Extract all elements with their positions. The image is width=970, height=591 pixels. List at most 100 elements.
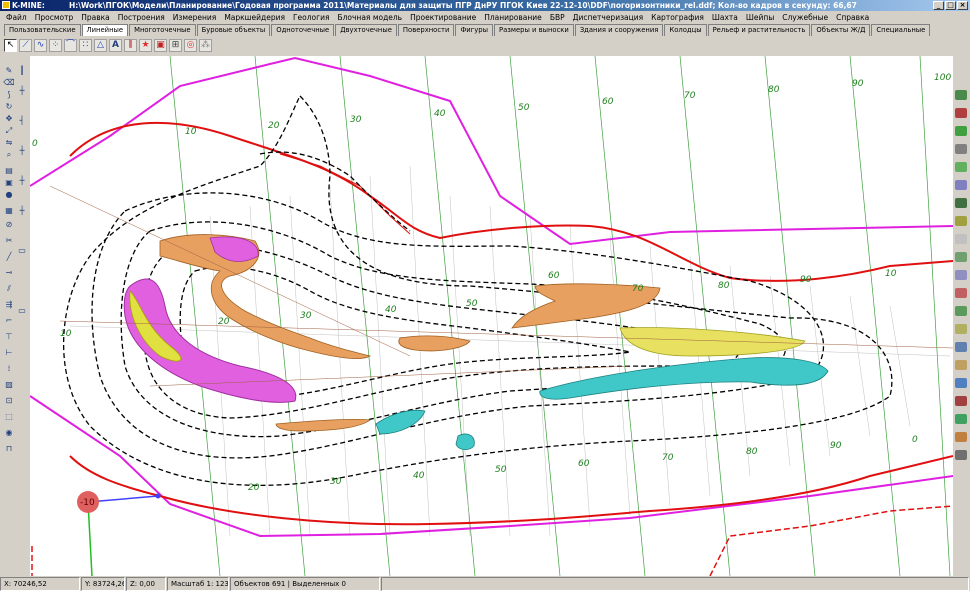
tab-wells[interactable]: Колодцы [664, 24, 707, 36]
water-icon[interactable] [955, 180, 967, 190]
zoom-icon[interactable]: ⌕ [3, 150, 15, 160]
tab-surfaces[interactable]: Поверхности [397, 24, 455, 36]
tab-single-point[interactable]: Одноточечные [271, 24, 335, 36]
eraser-icon[interactable]: ⌫ [3, 78, 15, 88]
dump-icon[interactable] [955, 432, 967, 442]
tab-linear[interactable]: Линейные [81, 24, 129, 36]
triangle-icon[interactable]: △ [94, 38, 107, 52]
tab-figures[interactable]: Фигуры [455, 24, 493, 36]
move-icon[interactable]: ✥ [3, 114, 15, 124]
cursor-icon[interactable]: ↖ [4, 38, 17, 52]
menu-measure[interactable]: Измерения [169, 11, 221, 24]
line-icon[interactable]: ╱ [3, 252, 15, 262]
trim-icon[interactable]: ⊤ [3, 332, 15, 342]
node-edit-icon[interactable]: ⟆ [3, 90, 15, 100]
lake-icon[interactable] [955, 378, 967, 388]
hatch-icon[interactable]: ▨ [3, 380, 15, 390]
meadow-icon[interactable] [955, 252, 967, 262]
grid-snap-icon[interactable]: ┼ [16, 176, 28, 186]
lock-icon[interactable]: ⊓ [3, 444, 15, 454]
star-icon[interactable]: ★ [139, 38, 152, 52]
menu-file[interactable]: Файл [2, 11, 31, 24]
tab-two-point[interactable]: Двухточечные [335, 24, 397, 36]
menu-help[interactable]: Справка [832, 11, 873, 24]
tab-user[interactable]: Пользовательские [4, 24, 81, 36]
swamp-icon[interactable] [955, 270, 967, 280]
menu-shapes[interactable]: Шейпы [742, 11, 778, 24]
select-icon[interactable]: ⬚ [3, 412, 15, 422]
menu-view[interactable]: Просмотр [31, 11, 78, 24]
grid-icon[interactable]: ⊞ [169, 38, 182, 52]
polar-icon[interactable]: ┼ [16, 146, 28, 156]
layer-icon[interactable]: ▤ [3, 166, 15, 176]
ortho-icon[interactable]: ┤ [16, 116, 28, 126]
properties-icon[interactable]: ▭ [16, 306, 28, 316]
minimize-button[interactable]: _ [933, 1, 944, 10]
measure-icon[interactable]: ⊡ [3, 396, 15, 406]
tree-icon[interactable] [955, 90, 967, 100]
tab-drill-objects[interactable]: Буровые объекты [196, 24, 271, 36]
building-icon[interactable] [955, 108, 967, 118]
river-icon[interactable] [955, 342, 967, 352]
forest-icon[interactable] [955, 198, 967, 208]
save-icon[interactable]: ▣ [3, 178, 15, 188]
road-icon[interactable] [955, 144, 967, 154]
extend-icon[interactable]: ⊢ [3, 348, 15, 358]
cut-icon[interactable]: ✂ [3, 236, 15, 246]
eye-icon[interactable]: ◉ [3, 428, 15, 438]
menu-dispatch[interactable]: Диспетчеризация [569, 11, 648, 24]
garden-icon[interactable] [955, 306, 967, 316]
bars-icon[interactable]: ⫼ [124, 38, 137, 52]
menu-design[interactable]: Проектирование [406, 11, 480, 24]
stop-icon[interactable]: ⊘ [3, 220, 15, 230]
menu-edit[interactable]: Правка [77, 11, 114, 24]
shrub-icon[interactable] [955, 216, 967, 226]
grass-icon[interactable] [955, 162, 967, 172]
ruin-icon[interactable] [955, 396, 967, 406]
fillet-icon[interactable]: ⌐ [3, 316, 15, 326]
close-button[interactable]: × [957, 1, 968, 10]
vertex-icon[interactable]: ┃ [16, 66, 28, 76]
ruler-icon[interactable]: ▭ [16, 246, 28, 256]
rect-icon[interactable]: ▣ [154, 38, 167, 52]
track-icon[interactable]: ┼ [16, 206, 28, 216]
quarry-icon[interactable] [955, 450, 967, 460]
split-icon[interactable]: ⫽ [3, 284, 15, 294]
scatter-icon[interactable]: ⁂ [199, 38, 212, 52]
snap-icon[interactable]: ┼ [16, 86, 28, 96]
pit-icon[interactable] [955, 360, 967, 370]
tab-dimensions[interactable]: Размеры и выноски [493, 24, 574, 36]
grid-points-icon[interactable]: ∷ [79, 38, 92, 52]
menu-block-model[interactable]: Блочная модель [333, 11, 406, 24]
arc-icon[interactable]: ⌒ [64, 38, 77, 52]
park-icon[interactable] [955, 414, 967, 424]
tab-buildings[interactable]: Здания и сооружения [574, 24, 664, 36]
menu-construct[interactable]: Построения [114, 11, 169, 24]
fence-icon[interactable] [955, 288, 967, 298]
tab-railway[interactable]: Объекты Ж/Д [811, 24, 871, 36]
text-icon[interactable]: A [109, 38, 122, 52]
pencil-icon[interactable]: ✎ [3, 66, 15, 76]
mirror-icon[interactable]: ⇋ [3, 138, 15, 148]
menu-mine[interactable]: Шахта [708, 11, 742, 24]
scale-icon[interactable]: ⤢ [3, 126, 15, 136]
menu-cartography[interactable]: Картография [647, 11, 708, 24]
menu-blasting[interactable]: БВР [546, 11, 569, 24]
array-icon[interactable]: ⁞ [3, 364, 15, 374]
polyline-icon[interactable]: ⟋ [19, 38, 32, 52]
color-icon[interactable]: ● [3, 190, 15, 200]
join-icon[interactable]: ⊸ [3, 268, 15, 278]
menu-service[interactable]: Служебные [778, 11, 832, 24]
tab-special[interactable]: Специальные [871, 24, 931, 36]
drawing-canvas[interactable]: -10 10 20 30 40 50 60 70 80 90 100 0 10 … [30, 56, 953, 576]
points-icon[interactable]: ⁘ [49, 38, 62, 52]
maximize-button[interactable]: □ [945, 1, 956, 10]
menu-planning[interactable]: Планирование [480, 11, 546, 24]
tab-relief[interactable]: Рельеф и растительность [707, 24, 811, 36]
rotate-icon[interactable]: ↻ [3, 102, 15, 112]
sand-icon[interactable] [955, 324, 967, 334]
table-icon[interactable]: ▦ [3, 206, 15, 216]
menu-geology[interactable]: Геология [289, 11, 334, 24]
tab-multipoint[interactable]: Многоточечные [129, 24, 196, 36]
field-icon[interactable] [955, 126, 967, 136]
